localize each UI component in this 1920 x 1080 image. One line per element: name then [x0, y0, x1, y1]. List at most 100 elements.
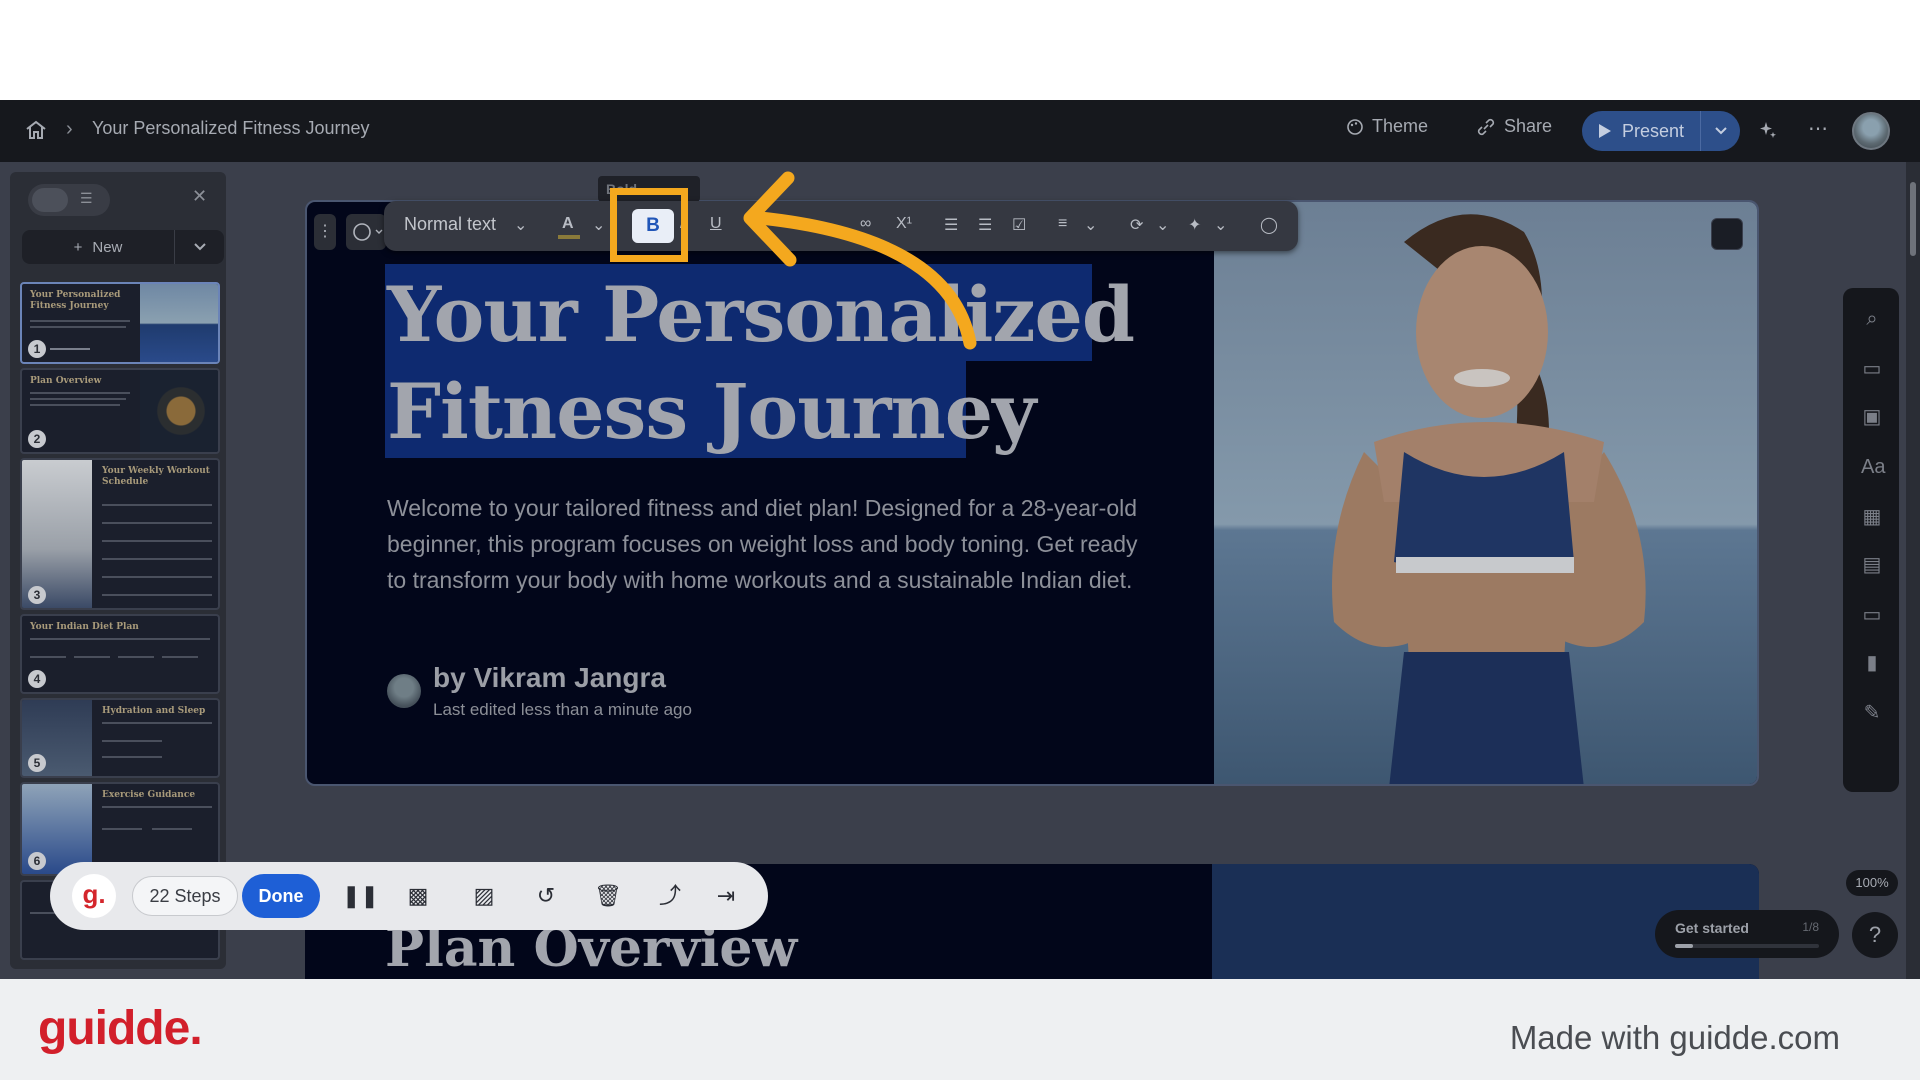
- get-started-widget[interactable]: Get started 1/8: [1655, 910, 1839, 958]
- convert-icon[interactable]: ⟳: [1130, 215, 1143, 235]
- slide-canvas[interactable]: Your Personalized Fitness Journey Welcom…: [305, 200, 1759, 786]
- slide-thumbnail-3[interactable]: Your Weekly Workout Schedule 3: [20, 458, 220, 610]
- chevron-down-icon: [1714, 127, 1727, 135]
- guidde-brand: guidde.: [38, 1002, 203, 1055]
- footer: guidde. Made with guidde.com: [0, 979, 1920, 1080]
- author-name[interactable]: by Vikram Jangra: [433, 662, 666, 694]
- doc-title[interactable]: Your Personalized Fitness Journey: [92, 118, 370, 139]
- notes-icon[interactable]: [1711, 218, 1743, 250]
- trash-icon[interactable]: 🗑: [594, 882, 622, 910]
- present-button[interactable]: Present: [1582, 111, 1740, 151]
- blur-icon[interactable]: ▩: [404, 882, 432, 910]
- guidde-logo[interactable]: g.: [72, 874, 116, 918]
- get-started-count: 1/8: [1802, 920, 1819, 934]
- zoom-level[interactable]: 100%: [1846, 870, 1898, 896]
- undo-icon[interactable]: ↺: [532, 882, 560, 910]
- thumbnail-number: 3: [28, 586, 46, 604]
- close-icon[interactable]: ✕: [192, 186, 207, 207]
- ai-sparkle-icon[interactable]: ✦: [1188, 215, 1201, 235]
- thumbnail-title: Your Indian Diet Plan: [30, 622, 139, 632]
- theme-button[interactable]: Theme: [1346, 116, 1428, 137]
- last-edited: Last edited less than a minute ago: [433, 700, 692, 719]
- help-button[interactable]: ?: [1852, 912, 1898, 958]
- more-icon[interactable]: ⋯: [1808, 116, 1828, 141]
- text-icon[interactable]: Aa: [1861, 456, 1885, 478]
- top-white-band: [0, 0, 1920, 100]
- theme-label: Theme: [1372, 116, 1429, 136]
- get-started-progress: [1675, 944, 1819, 948]
- recorder-toolbar: g. 22 Steps Done ❚❚ ▩ ▨ ↺ 🗑 ⤴ ⇥: [50, 862, 768, 930]
- chevron-down-icon: ⌄: [514, 217, 528, 234]
- present-label: Present: [1622, 120, 1685, 141]
- user-avatar[interactable]: [1852, 112, 1890, 150]
- upload-icon[interactable]: ⤴: [656, 882, 684, 910]
- slide-thumbnail-4[interactable]: Your Indian Diet Plan 4: [20, 614, 220, 694]
- annotation-highlight-box: [610, 188, 688, 262]
- add-card-icon[interactable]: ▭: [1861, 358, 1883, 380]
- ai-sparkle-icon[interactable]: [1758, 120, 1778, 140]
- search-icon[interactable]: ⌕: [1861, 308, 1883, 330]
- bullet-list-icon[interactable]: ☰: [978, 215, 992, 235]
- view-toggle[interactable]: ☰: [28, 184, 110, 216]
- chevron-down-icon: [193, 243, 206, 251]
- done-button[interactable]: Done: [242, 874, 320, 918]
- scrollbar[interactable]: [1906, 162, 1920, 979]
- steps-button[interactable]: 22 Steps: [132, 876, 238, 916]
- palette-icon: [1347, 118, 1363, 135]
- screenshot-frame: › Your Personalized Fitness Journey Them…: [0, 0, 1920, 1080]
- share-label: Share: [1504, 116, 1553, 136]
- chart-icon[interactable]: ▮: [1861, 652, 1883, 674]
- align-left-icon[interactable]: ≡: [1058, 215, 1067, 233]
- thumbnail-title: Your Weekly Workout Schedule: [102, 466, 210, 487]
- slide-body-text[interactable]: Welcome to your tailored fitness and die…: [387, 490, 1147, 598]
- thumbnail-number: 1: [28, 340, 46, 358]
- chevron-right-icon: ›: [66, 118, 73, 140]
- made-with-text: Made with guidde.com: [1509, 1019, 1840, 1056]
- insert-rail: ⌕ ▭ ▣ Aa ▦ ▤ ▭ ▮ ✎: [1843, 288, 1899, 792]
- author-avatar: [387, 674, 421, 708]
- text-color-icon[interactable]: A: [562, 215, 574, 233]
- embed-icon[interactable]: ▭: [1861, 604, 1883, 626]
- chevron-down-icon: ⌄: [592, 217, 606, 234]
- slide-thumbnail-2[interactable]: Plan Overview 2: [20, 368, 220, 454]
- drag-handle-icon[interactable]: ⋮: [314, 214, 336, 250]
- new-slide-button[interactable]: + New: [22, 230, 224, 264]
- list-view-icon[interactable]: ☰: [80, 190, 93, 207]
- annotation-arrow-icon: [743, 171, 977, 350]
- checklist-icon[interactable]: ☑: [1012, 215, 1026, 235]
- thumbnail-number: 6: [28, 852, 46, 870]
- layout-icon[interactable]: ▣: [1861, 406, 1883, 428]
- play-icon: [1599, 124, 1611, 138]
- thumbnail-title: Exercise Guidance: [102, 790, 196, 800]
- chevron-down-icon: ⌄: [1156, 217, 1170, 234]
- home-icon[interactable]: [24, 118, 48, 142]
- top-bar: › Your Personalized Fitness Journey Them…: [0, 100, 1920, 162]
- image-icon[interactable]: ▦: [1861, 506, 1883, 528]
- slide-thumbnail-5[interactable]: Hydration and Sleep 5: [20, 698, 220, 778]
- thumbnail-number: 2: [28, 430, 46, 448]
- video-icon[interactable]: ▤: [1861, 554, 1883, 576]
- palette-icon: [353, 223, 383, 241]
- slides-panel: ☰ ✕ + New Your Personalized Fitness Jour…: [10, 172, 226, 969]
- edit-icon[interactable]: ✎: [1861, 702, 1883, 724]
- chevron-down-icon: ⌄: [1084, 217, 1098, 234]
- text-style-dropdown[interactable]: Normal text: [404, 214, 496, 235]
- skip-icon[interactable]: ⇥: [712, 882, 740, 910]
- get-started-label: Get started: [1675, 920, 1749, 936]
- share-button[interactable]: Share: [1476, 116, 1552, 137]
- new-dropdown[interactable]: [174, 230, 224, 264]
- card-style-button[interactable]: [346, 214, 386, 250]
- thumbnail-title: Hydration and Sleep: [102, 706, 206, 716]
- comment-icon[interactable]: ◯: [1260, 215, 1278, 235]
- chevron-down-icon: ⌄: [1214, 217, 1228, 234]
- pause-icon[interactable]: ❚❚: [342, 882, 379, 910]
- thumbnail-view-icon[interactable]: [32, 188, 68, 212]
- present-dropdown[interactable]: [1700, 111, 1740, 151]
- slide-thumbnail-1[interactable]: Your Personalized Fitness Journey 1: [20, 282, 220, 364]
- title-line-2: Fitness Journey: [387, 367, 1036, 456]
- new-label: New: [92, 238, 123, 256]
- image-icon[interactable]: ▨: [470, 882, 498, 910]
- plus-icon: +: [73, 238, 83, 256]
- text-color-swatch: [558, 235, 580, 239]
- thumbnail-title: Plan Overview: [30, 376, 102, 386]
